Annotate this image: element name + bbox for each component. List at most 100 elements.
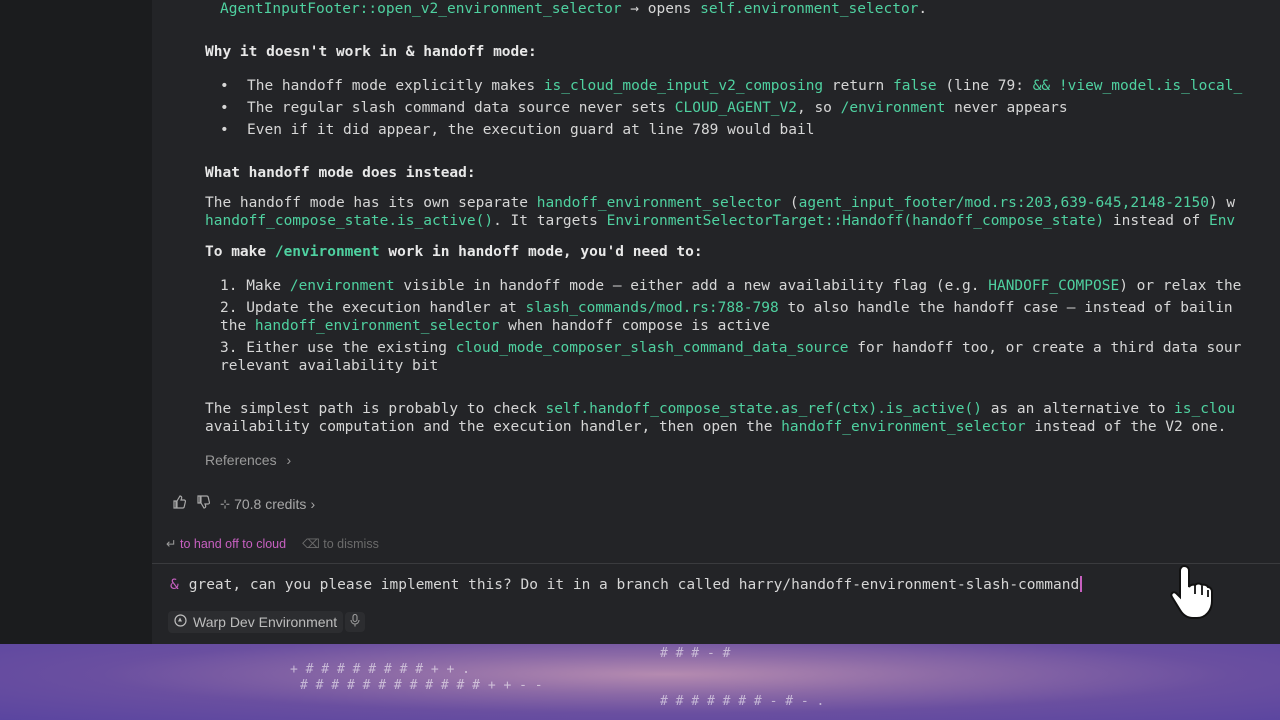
code-span: is_clou — [1174, 401, 1236, 417]
numbered-item: 1. Make /environment visible in handoff … — [220, 278, 1241, 294]
chevron-right-icon: › — [286, 452, 292, 468]
text-span: 3. Either use the existing — [220, 340, 456, 356]
handoff-hint-label: to hand off to cloud — [179, 537, 287, 551]
text-span: 2. Update the execution handler at — [220, 300, 526, 316]
text-span: return — [823, 78, 894, 94]
numbered-item-continuation: relevant availability bit — [220, 358, 439, 374]
code-span: /environment — [274, 244, 380, 260]
credits-button[interactable]: ⊹ 70.8 credits › — [220, 496, 315, 512]
text-span: ) or relax the — [1119, 278, 1242, 294]
bullet-item: Even if it did appear, the execution gua… — [247, 122, 815, 138]
input-divider — [152, 563, 1280, 564]
text-span: availability computation and the executi… — [205, 419, 782, 435]
code-span: /environment — [840, 100, 946, 116]
handoff-hint[interactable]: ↵ to hand off to cloud — [166, 536, 286, 551]
text-span: visible in handoff mode — either add a n… — [394, 278, 989, 294]
code-span: self.environment_selector — [700, 1, 919, 17]
text-span: work in handoff mode, you'd need to: — [379, 244, 703, 260]
text-span: the — [220, 318, 255, 334]
response-line: AgentInputFooter::open_v2_environment_se… — [220, 1, 927, 17]
text-span: The regular slash command data source ne… — [247, 100, 675, 116]
numbered-item: 2. Update the execution handler at slash… — [220, 300, 1233, 316]
text-span: → opens — [621, 1, 701, 17]
text-caret — [1080, 576, 1083, 592]
backspace-key-icon: ⌫ — [302, 537, 320, 551]
paragraph-line: The simplest path is probably to check s… — [205, 401, 1235, 417]
section-heading-what: What handoff mode does instead: — [205, 165, 476, 181]
bullet-dot: • — [220, 122, 229, 138]
dismiss-hint-label: to dismiss — [323, 537, 379, 551]
text-span: ) w — [1208, 195, 1236, 211]
text-span: The simplest path is probably to check — [205, 401, 546, 417]
code-span: cloud_mode_composer_slash_command_data_s… — [455, 340, 849, 356]
bullet-dot: • — [220, 78, 229, 94]
thumbs-down-icon[interactable] — [196, 495, 211, 512]
code-span: false — [893, 78, 937, 94]
sparkle-icon: ⊹ — [220, 496, 231, 511]
environment-label: Warp Dev Environment — [193, 614, 338, 630]
code-span: EnvironmentSelectorTarget::Handoff(hando… — [606, 213, 1105, 229]
code-span: agent_input_footer/mod.rs:203,639-645,21… — [798, 195, 1209, 211]
text-span: , so — [796, 100, 841, 116]
section-heading-make: To make /environment work in handoff mod… — [205, 244, 703, 260]
input-hints: ↵ to hand off to cloud ⌫ to dismiss — [166, 536, 379, 551]
agent-response-panel: AgentInputFooter::open_v2_environment_se… — [152, 0, 1280, 644]
code-span: HANDOFF_COMPOSE — [988, 278, 1120, 294]
banner-art-line: # # # # # # # # # # # # + + - - — [300, 678, 543, 693]
enter-key-icon: ↵ — [166, 537, 177, 551]
text-span: 1. Make — [220, 278, 290, 294]
numbered-item-continuation: the handoff_environment_selector when ha… — [220, 318, 770, 334]
text-span: never appears — [945, 100, 1068, 116]
paragraph-line: handoff_compose_state.is_active(). It ta… — [205, 213, 1235, 229]
code-span: /environment — [289, 278, 395, 294]
dismiss-hint[interactable]: ⌫ to dismiss — [302, 536, 379, 551]
text-span: for handoff too, or create a third data … — [848, 340, 1242, 356]
chevron-right-icon: › — [310, 495, 316, 512]
ascii-art-banner: # # # - # + # # # # # # # # + + . # # # … — [0, 644, 1280, 720]
text-span: instead of the V2 one. — [1025, 419, 1227, 435]
bullet-item: The regular slash command data source ne… — [247, 100, 1068, 116]
text-span: ( — [781, 195, 799, 211]
text-span: . It targets — [493, 213, 607, 229]
credits-label: 70.8 credits — [234, 495, 307, 512]
code-span: is_cloud_mode_input_v2_composing — [543, 78, 824, 94]
mouse-pointer-icon — [1170, 562, 1216, 624]
paragraph-line: availability computation and the executi… — [205, 419, 1226, 435]
banner-art-line: # # # - # — [660, 646, 731, 661]
numbered-item: 3. Either use the existing cloud_mode_co… — [220, 340, 1241, 356]
text-span: The handoff mode has its own separate — [205, 195, 537, 211]
section-heading-why: Why it doesn't work in & handoff mode: — [205, 44, 537, 60]
text-span: The handoff mode explicitly makes — [247, 78, 544, 94]
text-span: To make — [205, 244, 275, 260]
banner-art-line: # # # # # # # - # - . — [660, 694, 825, 709]
paragraph-line: The handoff mode has its own separate ha… — [205, 195, 1235, 211]
code-span: && !view_model.is_local_ — [1032, 78, 1243, 94]
code-span: AgentInputFooter::open_v2_environment_se… — [220, 1, 622, 17]
environment-selector[interactable]: Warp Dev Environment — [168, 611, 344, 633]
references-label: References — [205, 452, 277, 468]
response-feedback-bar: ⊹ 70.8 credits › — [172, 495, 315, 512]
left-gutter — [0, 0, 152, 644]
code-span: handoff_environment_selector — [254, 318, 500, 334]
thumbs-up-icon[interactable] — [172, 495, 187, 512]
handoff-prefix: & — [170, 577, 179, 593]
prompt-input[interactable]: & great, can you please implement this? D… — [170, 576, 1083, 593]
references-toggle[interactable]: References › — [205, 452, 291, 468]
text-span: to also handle the handoff case — instea… — [778, 300, 1233, 316]
microphone-button[interactable] — [345, 612, 365, 632]
text-span: when handoff compose is active — [499, 318, 770, 334]
text-span: instead of — [1104, 213, 1209, 229]
code-span: handoff_compose_state.is_active() — [205, 213, 494, 229]
text-span: (line 79: — [936, 78, 1033, 94]
microphone-icon — [350, 613, 360, 631]
code-span: self.handoff_compose_state.as_ref(ctx).i… — [545, 401, 982, 417]
code-span: Env — [1208, 213, 1236, 229]
code-span: handoff_environment_selector — [781, 419, 1026, 435]
bullet-dot: • — [220, 100, 229, 116]
code-span: CLOUD_AGENT_V2 — [674, 100, 797, 116]
banner-art-line: + # # # # # # # # + + . — [290, 662, 471, 677]
environment-icon — [174, 614, 187, 630]
code-span: handoff_environment_selector — [536, 195, 782, 211]
text-span: as an alternative to — [981, 401, 1175, 417]
code-span: slash_commands/mod.rs:788-798 — [525, 300, 779, 316]
